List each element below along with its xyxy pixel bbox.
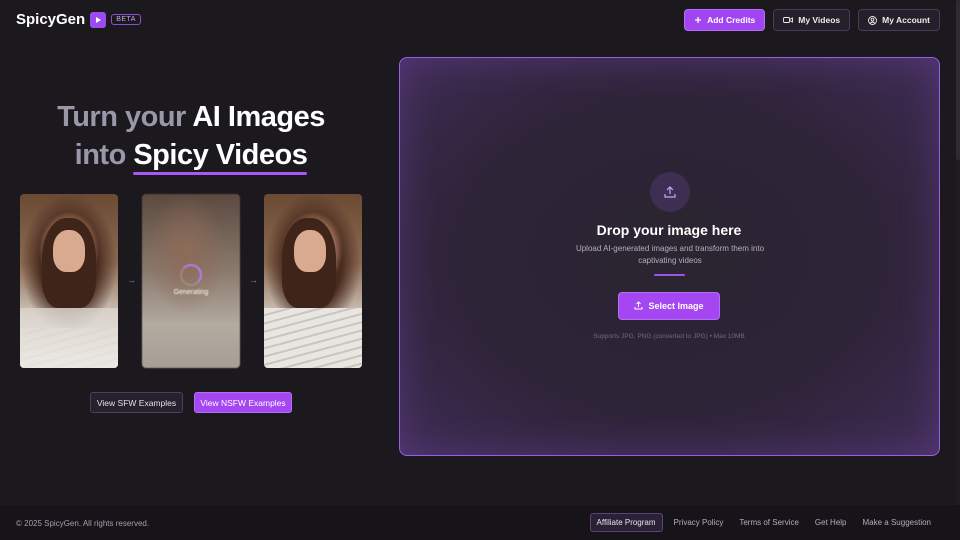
hero-line1-muted: Turn your <box>57 101 193 133</box>
brand-logo[interactable]: SpicyGen BETA <box>16 11 141 28</box>
add-credits-label: Add Credits <box>707 15 756 25</box>
arrow-right-icon: → <box>249 275 258 285</box>
video-camera-icon <box>783 16 794 24</box>
my-account-label: My Account <box>882 15 930 25</box>
brand-name: SpicyGen <box>16 11 86 28</box>
my-account-button[interactable]: My Account <box>858 9 940 31</box>
image-dropzone[interactable]: Drop your image here Upload AI-generated… <box>399 57 940 456</box>
footer-link-make-a-suggestion[interactable]: Make a Suggestion <box>858 514 937 531</box>
select-image-button[interactable]: Select Image <box>618 292 720 320</box>
hero-title-line1: Turn your AI Images <box>0 101 382 134</box>
plus-icon <box>694 16 702 24</box>
upload-icon <box>650 172 690 212</box>
footer-link-terms-of-service[interactable]: Terms of Service <box>734 514 804 531</box>
footer-link-get-help[interactable]: Get Help <box>810 514 852 531</box>
my-videos-label: My Videos <box>798 15 841 25</box>
view-sfw-examples-button[interactable]: View SFW Examples <box>90 392 183 413</box>
select-image-label: Select Image <box>648 301 704 311</box>
example-source-image <box>20 194 118 368</box>
upload-icon <box>634 300 643 312</box>
add-credits-button[interactable]: Add Credits <box>684 9 766 31</box>
header-nav: Add Credits My Videos My Account <box>684 9 940 31</box>
example-generating-image: Generating <box>142 194 240 368</box>
arrow-right-icon: → <box>127 275 136 285</box>
footer: © 2025 SpicyGen. All rights reserved. Af… <box>0 505 960 540</box>
hero-line1-highlight: AI Images <box>192 101 325 133</box>
dropzone-description: Upload AI-generated images and transform… <box>575 244 765 265</box>
scrollbar-thumb[interactable] <box>956 0 960 160</box>
footer-link-affiliate-program[interactable]: Affiliate Program <box>589 513 663 532</box>
view-nsfw-examples-button[interactable]: View NSFW Examples <box>194 392 292 413</box>
dropzone-title: Drop your image here <box>596 222 742 238</box>
beta-badge: BETA <box>111 14 141 25</box>
copyright-text: © 2025 SpicyGen. All rights reserved. <box>16 519 150 528</box>
top-bar: SpicyGen BETA Add Credits My Videos My A… <box>0 0 960 40</box>
page-scrollbar[interactable] <box>956 0 960 540</box>
divider <box>654 274 685 276</box>
generating-label: Generating <box>173 289 209 296</box>
user-circle-icon <box>868 15 878 25</box>
play-icon <box>90 11 107 28</box>
footer-links: Affiliate Program Privacy Policy Terms o… <box>589 513 937 532</box>
hero-underline <box>133 172 308 175</box>
my-videos-button[interactable]: My Videos <box>773 9 851 31</box>
hero-line2-muted: into <box>74 139 134 171</box>
footer-link-privacy-policy[interactable]: Privacy Policy <box>669 514 729 531</box>
example-result-image <box>264 194 362 368</box>
loading-spinner-icon <box>180 264 202 286</box>
hero-title-line2: into Spicy Videos <box>0 139 382 175</box>
file-support-note: Supports JPG, PNG (converted to JPG) • M… <box>593 333 745 340</box>
hero-line2-highlight: Spicy Videos <box>133 139 308 171</box>
